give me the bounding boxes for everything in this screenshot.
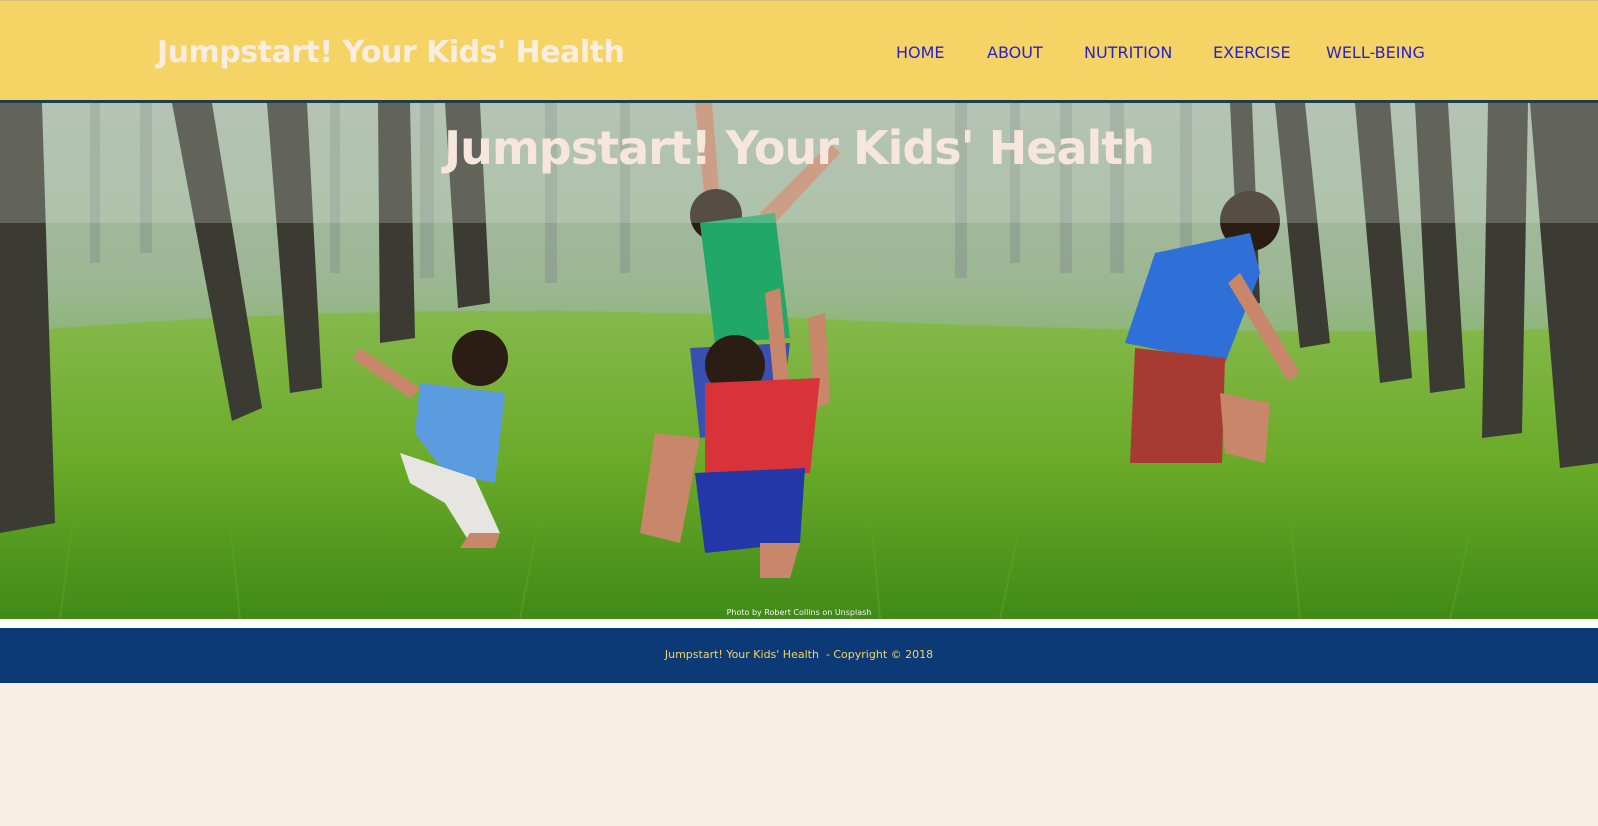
- photo-credit: Photo by Robert Collins on Unsplash: [726, 608, 872, 617]
- nav-about-link[interactable]: ABOUT: [987, 43, 1043, 62]
- hero-photo: [0, 103, 1598, 619]
- nav-home-link[interactable]: HOME: [896, 43, 945, 62]
- hero-title: Jumpstart! Your Kids' Health: [444, 121, 1155, 175]
- section-divider: [0, 619, 1598, 628]
- nav-exercise-link[interactable]: EXERCISE: [1213, 43, 1291, 62]
- main-nav: HOME ABOUT NUTRITION EXERCISE WELL-BEING: [0, 43, 1598, 67]
- hero-banner: Jumpstart! Your Kids' Health Photo by Ro…: [0, 103, 1598, 619]
- site-footer: Jumpstart! Your Kids' Health - Copyright…: [0, 628, 1598, 683]
- nav-nutrition-link[interactable]: NUTRITION: [1084, 43, 1172, 62]
- site-header: Jumpstart! Your Kids' Health HOME ABOUT …: [0, 0, 1598, 100]
- footer-copyright: Jumpstart! Your Kids' Health - Copyright…: [664, 648, 934, 661]
- nav-well-being-link[interactable]: WELL-BEING: [1326, 43, 1425, 62]
